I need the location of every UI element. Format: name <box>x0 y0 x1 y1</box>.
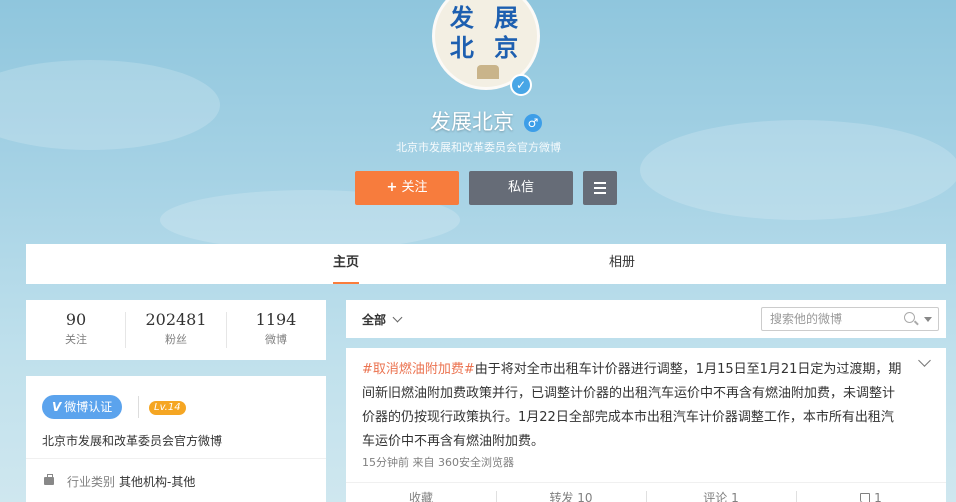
post-text: #取消燃油附加费#由于将对全市出租车计价器进行调整，1月15日至1月21日定为过… <box>362 358 902 454</box>
like-count: 1 <box>874 491 882 502</box>
thumbs-up-icon <box>860 493 871 502</box>
verified-v-icon: V <box>52 400 62 414</box>
more-menu-button[interactable] <box>583 171 617 205</box>
briefcase-icon <box>44 474 54 485</box>
feed-filter-label: 全部 <box>362 313 387 327</box>
post-meta: 15分钟前 来自 360安全浏览器 <box>362 456 514 469</box>
level-badge[interactable]: Lv.14 <box>149 401 186 415</box>
industry-info: 行业类别 其他机构-其他 <box>67 473 195 490</box>
weibo-verified-badge[interactable]: V 微博认证 <box>42 395 123 419</box>
male-gender-icon: ♂ <box>524 114 542 132</box>
favorite-button[interactable]: 收藏 <box>346 483 496 502</box>
followers-count-label: 粉丝 <box>165 333 187 346</box>
follow-button[interactable]: + 关注 <box>355 171 459 205</box>
search-icon[interactable] <box>904 312 915 323</box>
followers-count-value: 202481 <box>145 310 207 329</box>
feed-search-box <box>761 307 939 331</box>
profile-tab-bar: 主页 相册 <box>26 244 946 284</box>
followers-count[interactable]: 202481 粉丝 <box>126 310 226 347</box>
repost-button[interactable]: 转发 10 <box>496 483 646 502</box>
following-count-label: 关注 <box>65 333 87 346</box>
profile-description: 北京市发展和改革委员会官方微博 <box>396 141 561 154</box>
divider <box>138 396 139 418</box>
avatar-temple-graphic <box>477 65 499 79</box>
background-cloud <box>0 60 220 150</box>
feed-search-input[interactable] <box>770 311 890 327</box>
industry-key: 行业类别 <box>67 475 116 489</box>
follow-label: 关注 <box>401 180 428 195</box>
like-button[interactable]: 1 <box>796 483 946 502</box>
hamburger-menu-icon <box>594 182 606 194</box>
following-count[interactable]: 90 关注 <box>26 310 126 347</box>
comment-button[interactable]: 评论 1 <box>646 483 796 502</box>
verification-description: 北京市发展和改革委员会官方微博 <box>42 434 223 448</box>
background-cloud <box>640 120 956 220</box>
feed-filter-dropdown[interactable]: 全部 <box>362 311 403 328</box>
following-count-value: 90 <box>65 310 87 329</box>
plus-icon: + <box>386 180 398 195</box>
profile-name: 发展北京 <box>430 110 514 134</box>
posts-count-value: 1194 <box>255 310 297 329</box>
tab-home[interactable]: 主页 <box>333 244 360 284</box>
divider <box>26 458 326 459</box>
post-topic-link[interactable]: #取消燃油附加费# <box>362 362 475 377</box>
search-dropdown-icon[interactable] <box>924 317 932 322</box>
avatar-logo-text: 发 展 北 京 <box>449 3 525 62</box>
profile-counts: 90 关注 202481 粉丝 1194 微博 <box>26 300 326 360</box>
feed-post: #取消燃油附加费#由于将对全市出租车计价器进行调整，1月15日至1月21日定为过… <box>346 348 946 502</box>
verification-card: V 微博认证 Lv.14 北京市发展和改革委员会官方微博 行业类别 其他机构-其他 <box>26 376 326 502</box>
verified-icon: ✓ <box>510 74 532 96</box>
verified-badge-label: 微博认证 <box>64 400 113 414</box>
chevron-down-icon <box>392 312 403 323</box>
industry-value: 其他机构-其他 <box>119 475 196 489</box>
tab-album[interactable]: 相册 <box>609 244 635 284</box>
feed-header: 全部 <box>346 300 946 338</box>
posts-count[interactable]: 1194 微博 <box>226 310 326 347</box>
post-actions: 收藏 转发 10 评论 1 1 <box>346 482 946 502</box>
post-options-chevron-icon[interactable] <box>918 354 931 367</box>
message-button[interactable]: 私信 <box>469 171 573 205</box>
posts-count-label: 微博 <box>265 333 287 346</box>
